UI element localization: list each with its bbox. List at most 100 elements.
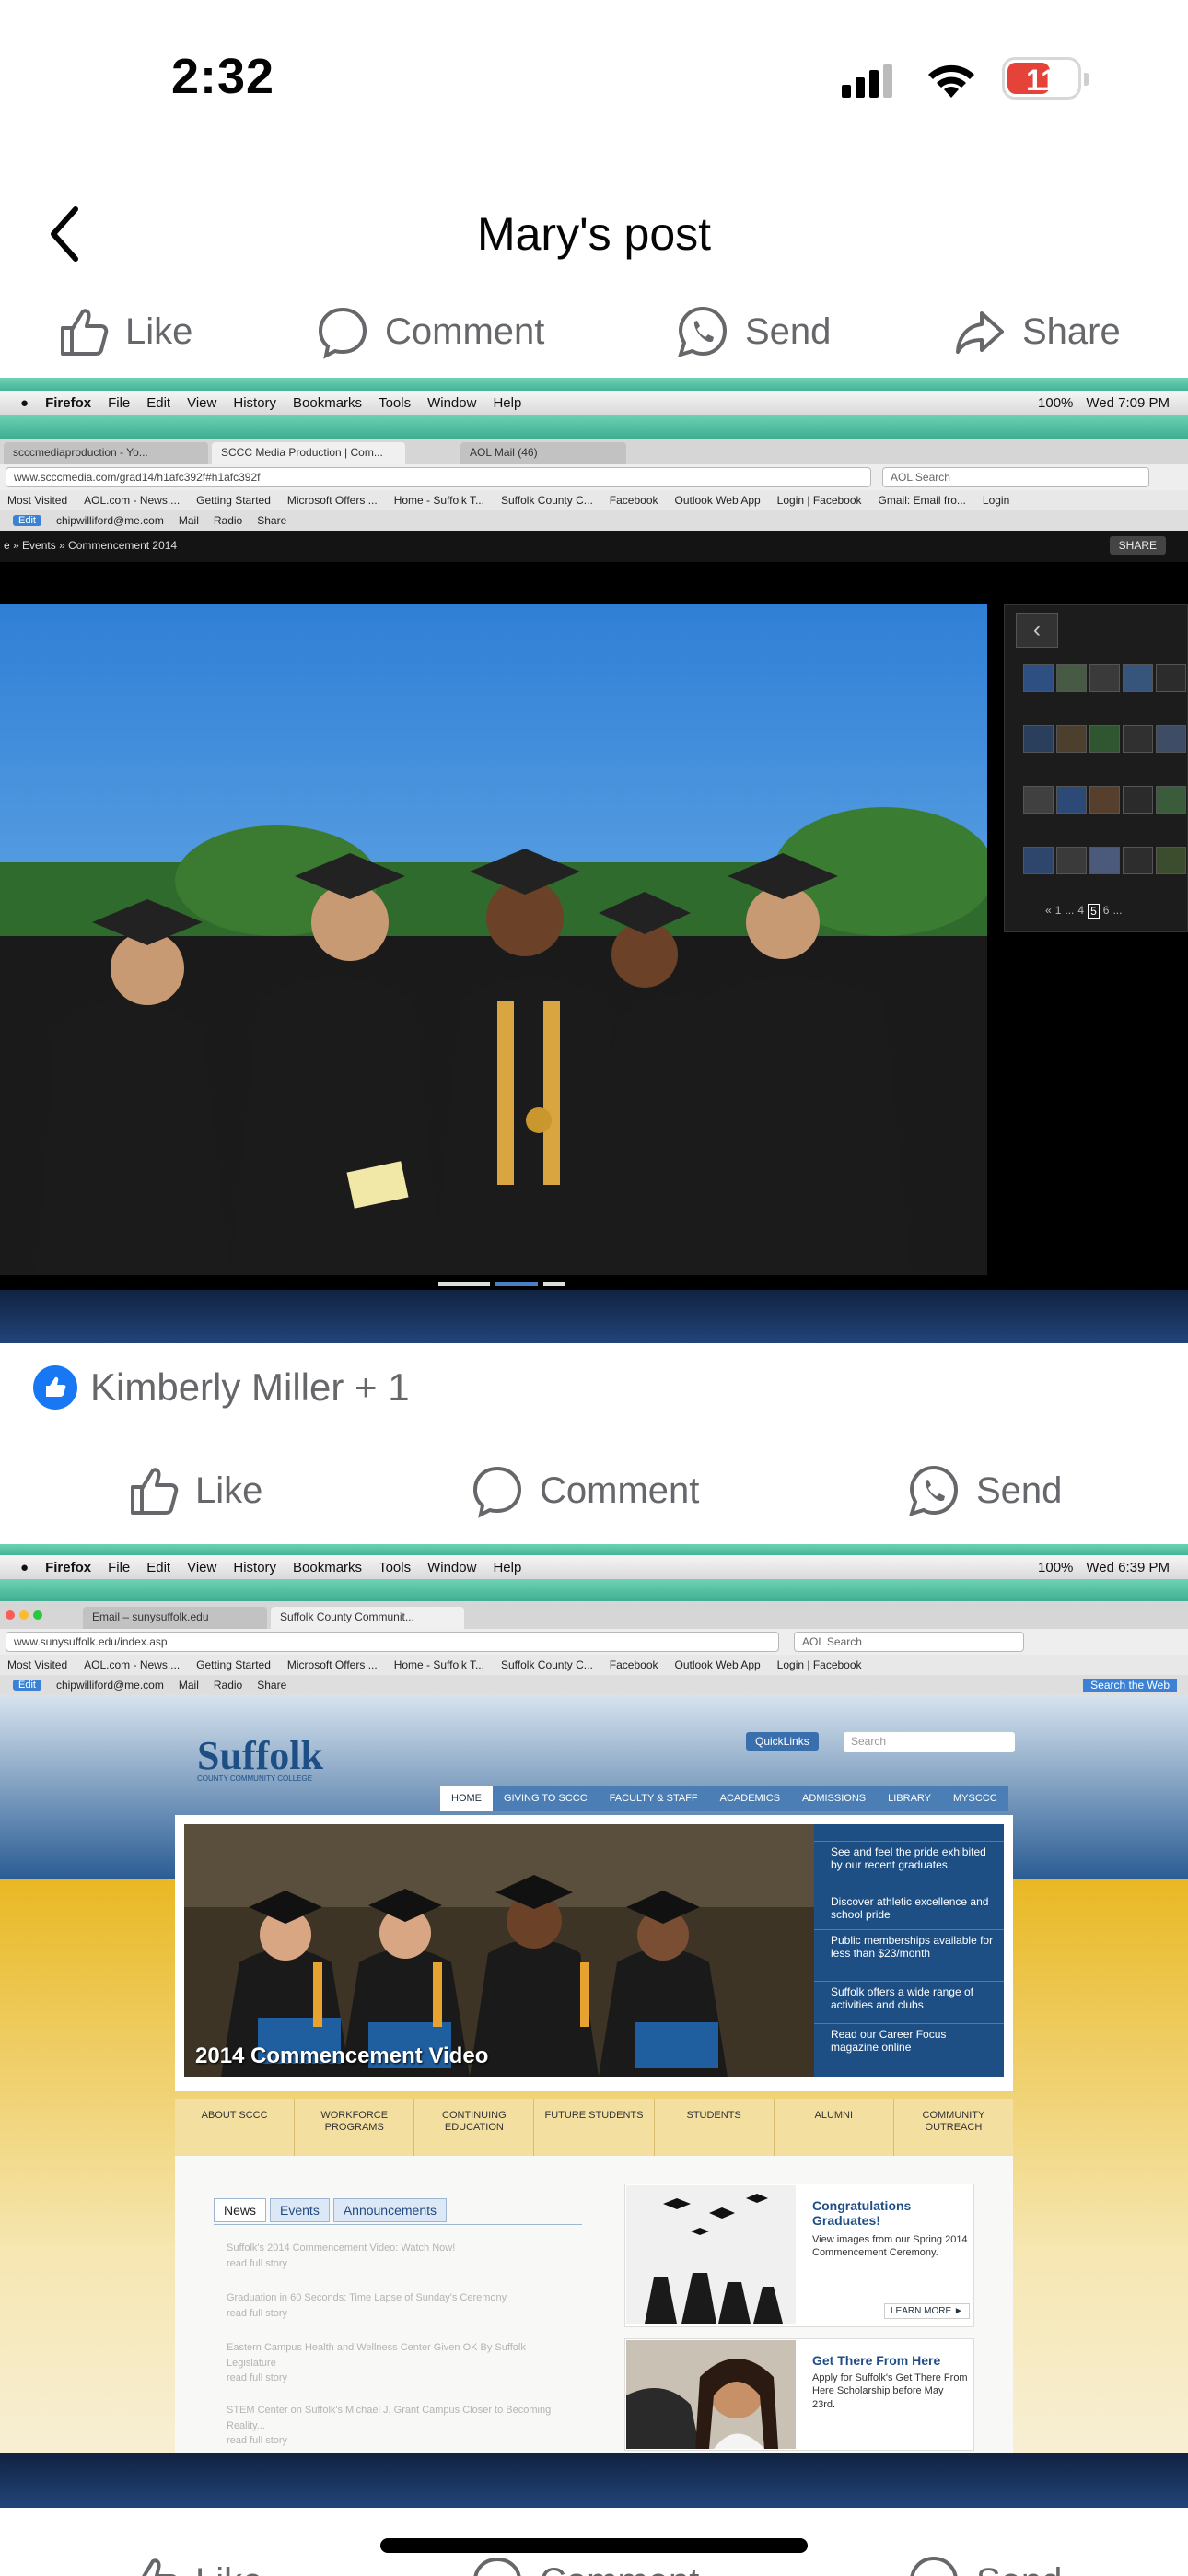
aol-email: chipwilliford@me.com xyxy=(55,1679,164,1692)
post-photo-1[interactable]: ● Firefox File Edit View History Bookmar… xyxy=(0,378,1188,1343)
bookmark: Facebook xyxy=(609,1658,658,1671)
promo-title: Get There From Here xyxy=(812,2353,941,2368)
news-read-more: read full story xyxy=(227,2257,288,2269)
bookmark: Microsoft Offers ... xyxy=(286,494,378,507)
gallery-thumbnails: ‹ « 1 ... 4 5 6 ... xyxy=(1004,604,1188,932)
menu-view: View xyxy=(187,1559,217,1575)
wifi-icon xyxy=(928,64,974,98)
comment-label: Comment xyxy=(540,1469,700,1511)
cellular-signal-icon xyxy=(842,64,893,98)
menu-help: Help xyxy=(493,1559,522,1575)
menu-file: File xyxy=(108,1559,131,1575)
thumbs-up-icon xyxy=(133,2558,176,2576)
like-label: Like xyxy=(195,1469,263,1511)
gallery-share-button: SHARE xyxy=(1109,536,1166,555)
bookmark: Microsoft Offers ... xyxy=(286,1658,378,1671)
category-nav: ABOUT SCCC WORKFORCE PROGRAMS CONTINUING… xyxy=(175,2099,1013,2156)
news-read-more: read full story xyxy=(227,2435,288,2446)
aol-toolbar: Edit chipwilliford@me.com Mail Radio Sha… xyxy=(0,1675,1188,1695)
battery-level: 11 xyxy=(1026,64,1057,97)
site-nav: HOME GIVING TO SCCC FACULTY & STAFF ACAD… xyxy=(440,1786,1011,1811)
send-button[interactable]: Send xyxy=(675,304,831,359)
url-field: www.sunysuffolk.edu/index.asp xyxy=(6,1632,779,1652)
bookmark: AOL.com - News,... xyxy=(84,494,181,507)
comment-label: Comment xyxy=(385,310,545,352)
status-time: 2:32 xyxy=(171,49,275,104)
bookmark: Suffolk County C... xyxy=(500,1658,593,1671)
share-label: Share xyxy=(1022,310,1121,352)
like-button[interactable]: Like xyxy=(125,2554,262,2576)
post-actions-top: Like Comment Send Share xyxy=(0,286,1188,378)
promo-title: Congratulations Graduates! xyxy=(812,2198,912,2228)
teal-band xyxy=(0,1579,1188,1601)
category-item: CONTINUING EDUCATION xyxy=(414,2099,535,2156)
send-button[interactable]: Send xyxy=(906,2554,1062,2576)
browser-tab: Email – sunysuffolk.edu xyxy=(83,1607,267,1629)
desktop-background xyxy=(0,1290,1188,1343)
pager-item: ... xyxy=(1112,904,1123,917)
post-photo-2[interactable]: ● Firefox File Edit View History Bookmar… xyxy=(0,1544,1188,2508)
like-button[interactable]: Like xyxy=(55,304,192,359)
mac-battery: 100% xyxy=(1038,1559,1074,1575)
news-headline: STEM Center on Suffolk's Michael J. Gran… xyxy=(227,2405,552,2431)
menu-help: Help xyxy=(493,394,522,411)
menu-window: Window xyxy=(427,1559,477,1575)
news-divider xyxy=(214,2224,582,2225)
whatsapp-send-icon xyxy=(908,1465,959,1517)
student-photo xyxy=(626,2340,796,2449)
promo-body: View images from our Spring 2014 Commenc… xyxy=(812,2234,968,2259)
menu-firefox: Firefox xyxy=(45,394,92,411)
bookmark: Home - Suffolk T... xyxy=(393,1658,484,1671)
carousel-dot xyxy=(438,1282,490,1286)
category-item: ALUMNI xyxy=(775,2099,894,2156)
news-item: Eastern Campus Health and Wellness Cente… xyxy=(227,2340,558,2386)
site-nav-item: ADMISSIONS xyxy=(791,1786,878,1811)
browser-tab-active: Suffolk County Communit... xyxy=(271,1607,464,1629)
menu-firefox: Firefox xyxy=(45,1559,92,1575)
comment-button[interactable]: Comment xyxy=(315,304,544,359)
bookmark: Getting Started xyxy=(196,1658,271,1671)
aol-radio: Radio xyxy=(213,514,243,527)
bookmark: Login xyxy=(982,494,1010,507)
pager-item: ... xyxy=(1065,904,1075,917)
bookmark: Most Visited xyxy=(7,494,68,507)
bookmark: Login | Facebook xyxy=(776,494,862,507)
share-button[interactable]: Share xyxy=(952,304,1121,359)
news-item: Suffolk's 2014 Commencement Video: Watch… xyxy=(227,2241,558,2271)
pager-item: 6 xyxy=(1102,904,1110,917)
send-button[interactable]: Send xyxy=(906,1463,1062,1518)
category-item: COMMUNITY OUTREACH xyxy=(922,2110,985,2134)
carousel-dot xyxy=(495,1282,538,1286)
send-label: Send xyxy=(976,2561,1062,2576)
menu-tools: Tools xyxy=(379,1559,412,1575)
apple-icon: ● xyxy=(20,394,29,411)
suffolk-logo-sub: COUNTY COMMUNITY COLLEGE xyxy=(197,1774,313,1783)
menu-edit: Edit xyxy=(146,1559,171,1575)
site-nav-item: FACULTY & STAFF xyxy=(598,1786,709,1811)
suffolk-logo: Suffolk xyxy=(197,1733,323,1778)
comment-bubble-icon xyxy=(472,1466,522,1518)
news-tabs: News Events Announcements xyxy=(214,2198,448,2222)
browser-search-field: AOL Search xyxy=(794,1632,1024,1652)
comment-button[interactable]: Comment xyxy=(470,2554,699,2576)
promo-body: Apply for Suffolk's Get There From Here … xyxy=(812,2372,968,2410)
aol-mail: Mail xyxy=(178,1679,199,1692)
comment-bubble-icon xyxy=(318,307,367,359)
like-button[interactable]: Like xyxy=(125,1463,262,1518)
aol-search-web: Search the Web xyxy=(1083,1679,1177,1692)
hero-side-item: Public memberships available for less th… xyxy=(814,1929,1004,1979)
gallery-pager: « 1 ... 4 5 6 ... xyxy=(1045,904,1122,919)
page-title: Mary's post xyxy=(476,208,712,260)
aol-toolbar: Edit chipwilliford@me.com Mail Radio Sha… xyxy=(0,510,1188,531)
post-actions-mid: Like Comment Send xyxy=(0,1446,1188,1534)
home-indicator[interactable] xyxy=(380,2538,808,2553)
comment-button[interactable]: Comment xyxy=(470,1463,699,1518)
browser-tabbar: scccmediaproduction - Yo... SCCC Media P… xyxy=(0,439,1188,464)
news-read-more: read full story xyxy=(227,2307,288,2319)
mac-battery: 100% xyxy=(1038,394,1074,411)
aol-share: Share xyxy=(257,514,287,527)
mac-clock: Wed 7:09 PM xyxy=(1086,394,1170,411)
bookmark: Home - Suffolk T... xyxy=(393,494,484,507)
reactions-summary[interactable]: Kimberly Miller + 1 xyxy=(33,1365,410,1410)
menu-edit: Edit xyxy=(146,394,171,411)
